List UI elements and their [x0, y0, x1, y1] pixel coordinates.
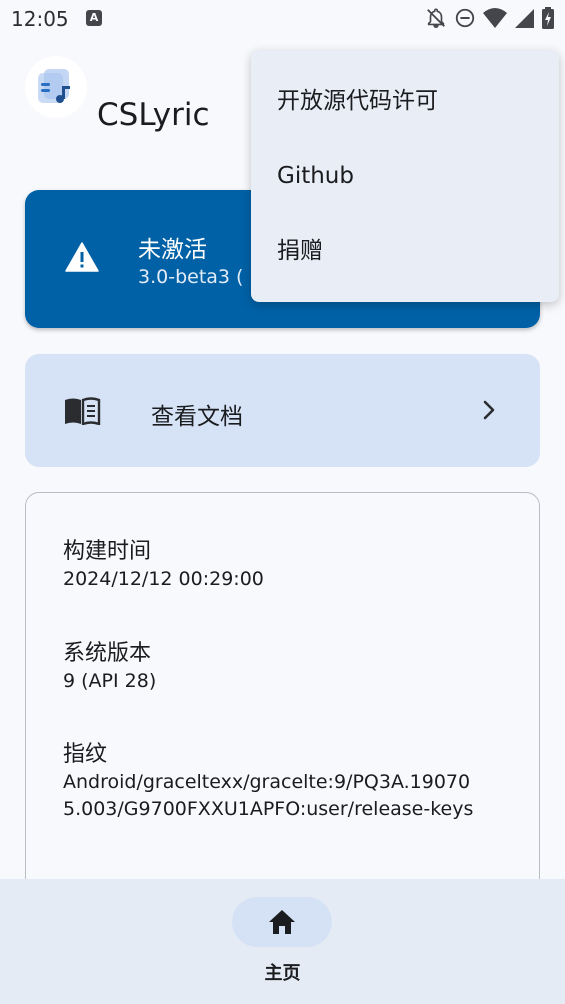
build-time-label: 构建时间	[63, 539, 152, 564]
bottom-navigation: 主页	[0, 879, 565, 1004]
home-icon	[269, 910, 295, 934]
lyric-note-icon	[38, 69, 70, 103]
notification-badge-icon: A	[86, 10, 102, 26]
fingerprint-value: Android/graceltexx/gracelte:9/PQ3A.19070…	[63, 771, 474, 820]
wifi-icon	[483, 8, 507, 28]
book-icon	[65, 397, 101, 425]
signal-icon	[515, 9, 534, 28]
fingerprint-label: 指纹	[63, 742, 108, 767]
battery-charging-icon	[542, 7, 554, 29]
activation-status-title: 未激活	[138, 237, 207, 263]
app-screen: 12:05 A CSLyric 未激活 3.0-beta3 (查看文档 构建时…	[0, 0, 565, 1004]
status-bar: 12:05 A	[0, 0, 565, 38]
build-time-value: 2024/12/12 00:29:00	[63, 568, 264, 590]
app-logo	[25, 56, 87, 118]
menu-item-donate[interactable]: 捐赠	[251, 214, 559, 289]
notifications-off-icon	[427, 8, 445, 28]
build-info-card: 构建时间 2024/12/12 00:29:00 系统版本 9 (API 28)…	[25, 492, 540, 912]
overflow-menu: 开放源代码许可 Github 捐赠	[251, 50, 559, 302]
menu-item-github[interactable]: Github	[251, 139, 559, 214]
nav-home-button[interactable]	[232, 897, 332, 947]
status-time: 12:05	[11, 7, 69, 31]
nav-home-label: 主页	[264, 963, 301, 984]
warning-icon	[65, 242, 99, 272]
system-version-value: 9 (API 28)	[63, 670, 157, 692]
app-version: 3.0-beta3 (	[138, 266, 244, 288]
chevron-right-icon	[483, 400, 495, 420]
app-title: CSLyric	[97, 97, 210, 133]
view-docs-button[interactable]: 查看文档	[25, 354, 540, 467]
view-docs-label: 查看文档	[151, 404, 243, 430]
menu-item-open-source-licenses[interactable]: 开放源代码许可	[251, 64, 559, 139]
system-version-label: 系统版本	[63, 641, 152, 666]
status-icons	[425, 7, 555, 29]
do-not-disturb-icon	[455, 8, 475, 28]
